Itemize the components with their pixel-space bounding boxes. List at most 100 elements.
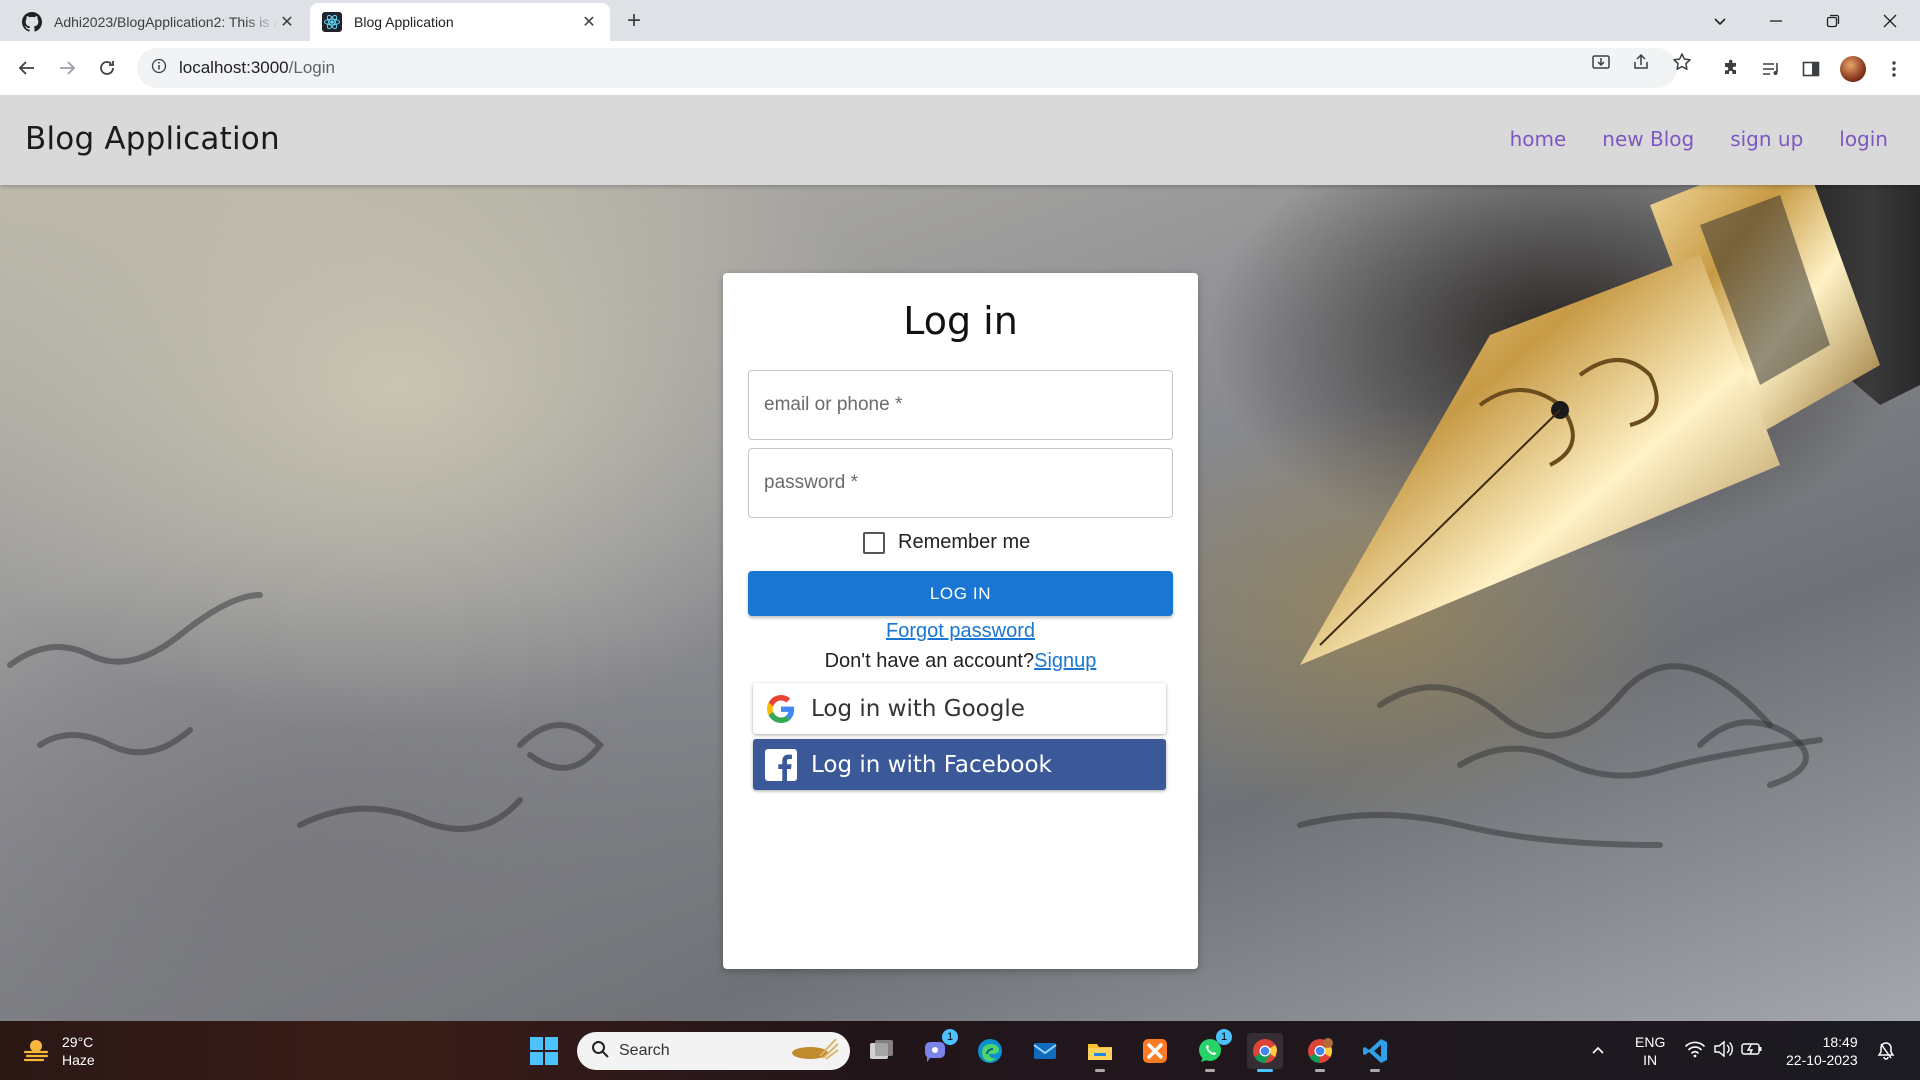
close-window-button[interactable] xyxy=(1862,0,1918,41)
xampp-icon[interactable] xyxy=(1137,1033,1173,1069)
app-brand[interactable]: Blog Application xyxy=(25,121,280,157)
remember-me-label: Remember me xyxy=(898,531,1031,553)
vscode-icon[interactable] xyxy=(1357,1033,1393,1072)
weather-widget[interactable]: 29°C Haze xyxy=(22,1033,95,1069)
forward-button[interactable] xyxy=(52,53,82,83)
facebook-icon xyxy=(765,748,797,781)
bookmark-star-icon[interactable] xyxy=(1671,51,1693,73)
start-button[interactable] xyxy=(526,1033,562,1069)
remember-me-checkbox[interactable]: Remember me xyxy=(863,531,1030,554)
google-icon xyxy=(765,693,797,725)
teams-badge: 1 xyxy=(942,1029,958,1045)
whatsapp-icon[interactable]: 1 xyxy=(1192,1029,1232,1072)
running-indicator xyxy=(1315,1069,1325,1072)
running-indicator xyxy=(1205,1069,1215,1072)
file-explorer-icon[interactable] xyxy=(1082,1033,1118,1072)
weather-temp: 29°C xyxy=(62,1034,94,1050)
nav-links: home new Blog sign up login xyxy=(1510,127,1888,151)
signup-row: Don't have an account?Signup xyxy=(723,650,1198,673)
github-icon xyxy=(22,12,42,32)
login-title: Log in xyxy=(903,299,1018,343)
share-icon[interactable] xyxy=(1630,51,1652,73)
minimize-button[interactable] xyxy=(1748,0,1804,41)
running-indicator xyxy=(1095,1069,1105,1072)
email-input[interactable] xyxy=(764,371,1159,439)
notifications-icon[interactable] xyxy=(1876,1021,1896,1080)
weather-desc: Haze xyxy=(62,1052,95,1068)
new-tab-button[interactable]: + xyxy=(620,8,648,36)
active-indicator xyxy=(1257,1069,1273,1072)
wifi-icon xyxy=(1685,1040,1705,1061)
app-navbar: Blog Application home new Blog sign up l… xyxy=(0,97,1920,185)
checkbox-icon[interactable] xyxy=(863,531,885,554)
system-tray-status[interactable] xyxy=(1685,1021,1763,1080)
more-menu-icon[interactable] xyxy=(1880,55,1908,83)
profile-avatar[interactable] xyxy=(1840,56,1866,82)
tab-search-icon[interactable] xyxy=(1692,0,1748,41)
close-tab-icon[interactable]: ✕ xyxy=(278,13,296,31)
google-login-button[interactable]: Log in with Google xyxy=(753,683,1166,734)
url-host: localhost:3000 xyxy=(179,58,289,77)
nav-link-home[interactable]: home xyxy=(1510,127,1567,151)
task-view-icon[interactable] xyxy=(863,1033,899,1069)
fountain-pen-image xyxy=(1300,185,1920,665)
teams-chat-icon[interactable]: 1 xyxy=(918,1029,958,1069)
weather-haze-icon xyxy=(22,1034,52,1069)
weather-text: 29°C Haze xyxy=(62,1033,95,1069)
reload-button[interactable] xyxy=(92,53,122,83)
nav-link-login[interactable]: login xyxy=(1839,127,1888,151)
nav-link-new-blog[interactable]: new Blog xyxy=(1602,127,1694,151)
browser-tab-strip: Adhi2023/BlogApplication2: This is a blo… xyxy=(0,0,1920,41)
facebook-login-button[interactable]: Log in with Facebook xyxy=(753,739,1166,790)
back-button[interactable] xyxy=(12,53,42,83)
email-field[interactable] xyxy=(748,370,1173,440)
whatsapp-badge: 1 xyxy=(1216,1029,1232,1045)
running-indicator xyxy=(1370,1069,1380,1072)
tab-github[interactable]: Adhi2023/BlogApplication2: This is a blo… xyxy=(10,3,308,41)
mail-icon[interactable] xyxy=(1027,1033,1063,1069)
input-language[interactable]: ENG IN xyxy=(1635,1021,1665,1080)
lang-line1: ENG xyxy=(1635,1033,1666,1050)
login-button[interactable]: LOG IN xyxy=(748,571,1173,616)
forgot-password-link[interactable]: Forgot password xyxy=(886,620,1035,642)
login-card: Log in Remember me LOG IN Forgot passwor… xyxy=(723,273,1198,969)
search-label: Search xyxy=(619,1042,670,1059)
forgot-password-row: Forgot password xyxy=(723,620,1198,643)
tab-blog-application[interactable]: Blog Application ✕ xyxy=(310,3,610,41)
search-highlight-icon xyxy=(790,1036,840,1067)
site-info-icon[interactable] xyxy=(151,58,167,79)
chrome-icon[interactable] xyxy=(1247,1033,1283,1072)
install-app-icon[interactable] xyxy=(1590,51,1612,73)
search-icon xyxy=(591,1040,609,1063)
clock-date: 22-10-2023 xyxy=(1786,1051,1858,1068)
battery-icon xyxy=(1741,1040,1763,1061)
google-login-label: Log in with Google xyxy=(811,695,1025,722)
react-icon xyxy=(322,12,342,32)
edge-browser-icon[interactable] xyxy=(972,1033,1008,1069)
reading-list-icon[interactable] xyxy=(1757,55,1785,83)
url-path: /Login xyxy=(288,58,335,77)
tab-title: Blog Application xyxy=(354,14,454,30)
no-account-text: Don't have an account? xyxy=(824,650,1035,672)
taskbar-search[interactable]: Search xyxy=(577,1032,850,1070)
restore-button[interactable] xyxy=(1805,0,1861,41)
clock[interactable]: 18:49 22-10-2023 xyxy=(1786,1021,1858,1080)
address-bar[interactable]: localhost:3000/Login xyxy=(137,48,1677,88)
nav-link-sign-up[interactable]: sign up xyxy=(1730,127,1803,151)
side-panel-icon[interactable] xyxy=(1797,55,1825,83)
signup-link[interactable]: Signup xyxy=(1034,650,1096,672)
password-input[interactable] xyxy=(764,449,1159,517)
lang-line2: IN xyxy=(1643,1051,1658,1068)
password-field[interactable] xyxy=(748,448,1173,518)
url-text: localhost:3000/Login xyxy=(179,58,335,78)
extensions-icon[interactable] xyxy=(1717,55,1745,83)
volume-icon xyxy=(1713,1040,1733,1061)
chrome-profile-icon[interactable] xyxy=(1302,1033,1338,1072)
clock-time: 18:49 xyxy=(1822,1033,1858,1050)
tab-title: Adhi2023/BlogApplication2: This is a blo… xyxy=(54,14,278,30)
browser-toolbar: localhost:3000/Login xyxy=(0,41,1920,96)
close-tab-icon[interactable]: ✕ xyxy=(580,13,598,31)
windows-taskbar: 29°C Haze Search 1 1 ENG IN 18:49 22-10-… xyxy=(0,1021,1920,1080)
show-hidden-icons[interactable] xyxy=(1590,1021,1606,1080)
facebook-login-label: Log in with Facebook xyxy=(811,751,1052,778)
